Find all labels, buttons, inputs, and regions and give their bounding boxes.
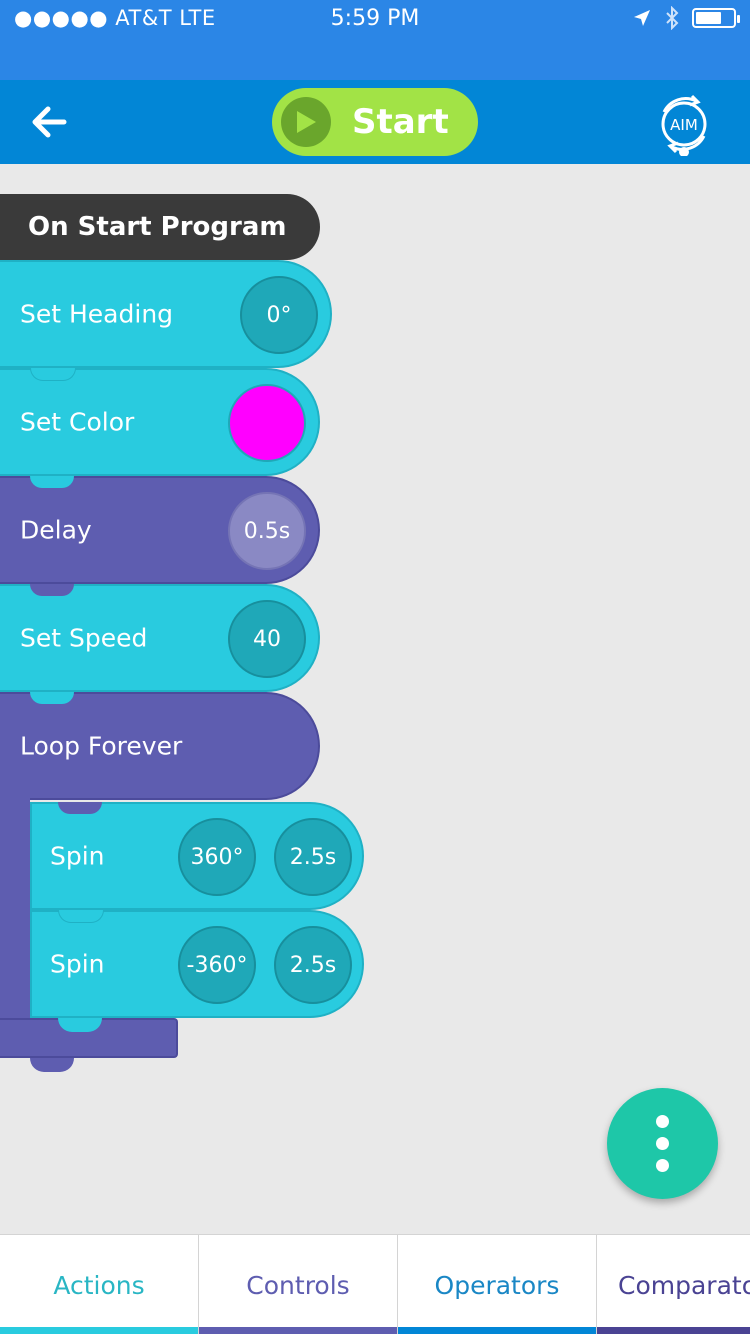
color-swatch[interactable] (228, 384, 306, 462)
block-notch (30, 368, 76, 381)
spin-block[interactable]: Spin -360° 2.5s (30, 910, 364, 1018)
tab-indicator (199, 1327, 397, 1334)
tab-comparators[interactable]: Comparators (597, 1235, 750, 1334)
svg-text:AIM: AIM (670, 116, 698, 134)
tab-indicator (597, 1327, 750, 1334)
spin-angle-value[interactable]: 360° (178, 818, 256, 896)
spin-angle-value[interactable]: -360° (178, 926, 256, 1004)
tab-controls[interactable]: Controls (199, 1235, 398, 1334)
spin-label: Spin (50, 949, 105, 979)
spin-duration-value[interactable]: 2.5s (274, 818, 352, 896)
set-heading-block[interactable]: Set Heading 0° (0, 260, 332, 368)
block-notch (30, 692, 74, 704)
back-button[interactable] (26, 98, 74, 146)
start-button[interactable]: Start (272, 88, 478, 156)
delay-value[interactable]: 0.5s (228, 492, 306, 570)
spin-label: Spin (50, 841, 105, 871)
block-notch (58, 910, 104, 923)
tab-indicator (398, 1327, 596, 1334)
tab-actions[interactable]: Actions (0, 1235, 199, 1334)
more-vertical-icon[interactable] (656, 1115, 669, 1128)
block-notch (30, 476, 74, 488)
location-arrow-icon (634, 10, 650, 26)
loop-forever-label: Loop Forever (20, 731, 183, 761)
speed-value[interactable]: 40 (228, 600, 306, 678)
set-heading-label: Set Heading (20, 299, 174, 329)
on-start-label: On Start Program (28, 212, 287, 242)
set-color-block[interactable]: Set Color (0, 368, 320, 476)
tab-comparators-label[interactable]: Comparators (618, 1271, 750, 1300)
play-icon[interactable] (281, 97, 331, 147)
block-notch (30, 1058, 74, 1072)
more-vertical-icon[interactable] (656, 1159, 669, 1172)
spin-block[interactable]: Spin 360° 2.5s (30, 802, 364, 910)
loop-arm (0, 798, 30, 1020)
aim-button[interactable]: AIM (652, 92, 716, 157)
bluetooth-icon (666, 6, 679, 30)
block-notch (58, 802, 102, 814)
delay-label: Delay (20, 515, 92, 545)
more-vertical-icon[interactable] (656, 1137, 669, 1150)
tab-operators-label[interactable]: Operators (435, 1271, 560, 1300)
status-bar: ●●●●● AT&T LTE 5:59 PM (0, 0, 750, 80)
arrow-left-icon[interactable] (26, 98, 74, 146)
spin-duration-value[interactable]: 2.5s (274, 926, 352, 1004)
tab-actions-label[interactable]: Actions (53, 1271, 144, 1300)
set-color-label: Set Color (20, 407, 135, 437)
start-button-label[interactable]: Start (352, 102, 449, 142)
more-options-button[interactable] (607, 1088, 718, 1199)
set-speed-block[interactable]: Set Speed 40 (0, 584, 320, 692)
tab-controls-label[interactable]: Controls (246, 1271, 349, 1300)
on-start-block[interactable]: On Start Program (0, 194, 320, 274)
loop-forever-block[interactable]: Loop Forever (0, 692, 320, 800)
block-notch (30, 584, 74, 596)
nav-bar: Start AIM (0, 80, 750, 164)
tab-operators[interactable]: Operators (398, 1235, 597, 1334)
set-speed-label: Set Speed (20, 623, 148, 653)
category-tab-bar: Actions Controls Operators Comparators (0, 1234, 750, 1334)
status-icons (632, 6, 740, 30)
battery-icon (692, 8, 740, 28)
heading-value[interactable]: 0° (240, 276, 318, 354)
delay-block[interactable]: Delay 0.5s (0, 476, 320, 584)
tab-indicator (0, 1327, 198, 1334)
aim-icon[interactable]: AIM (652, 92, 716, 157)
